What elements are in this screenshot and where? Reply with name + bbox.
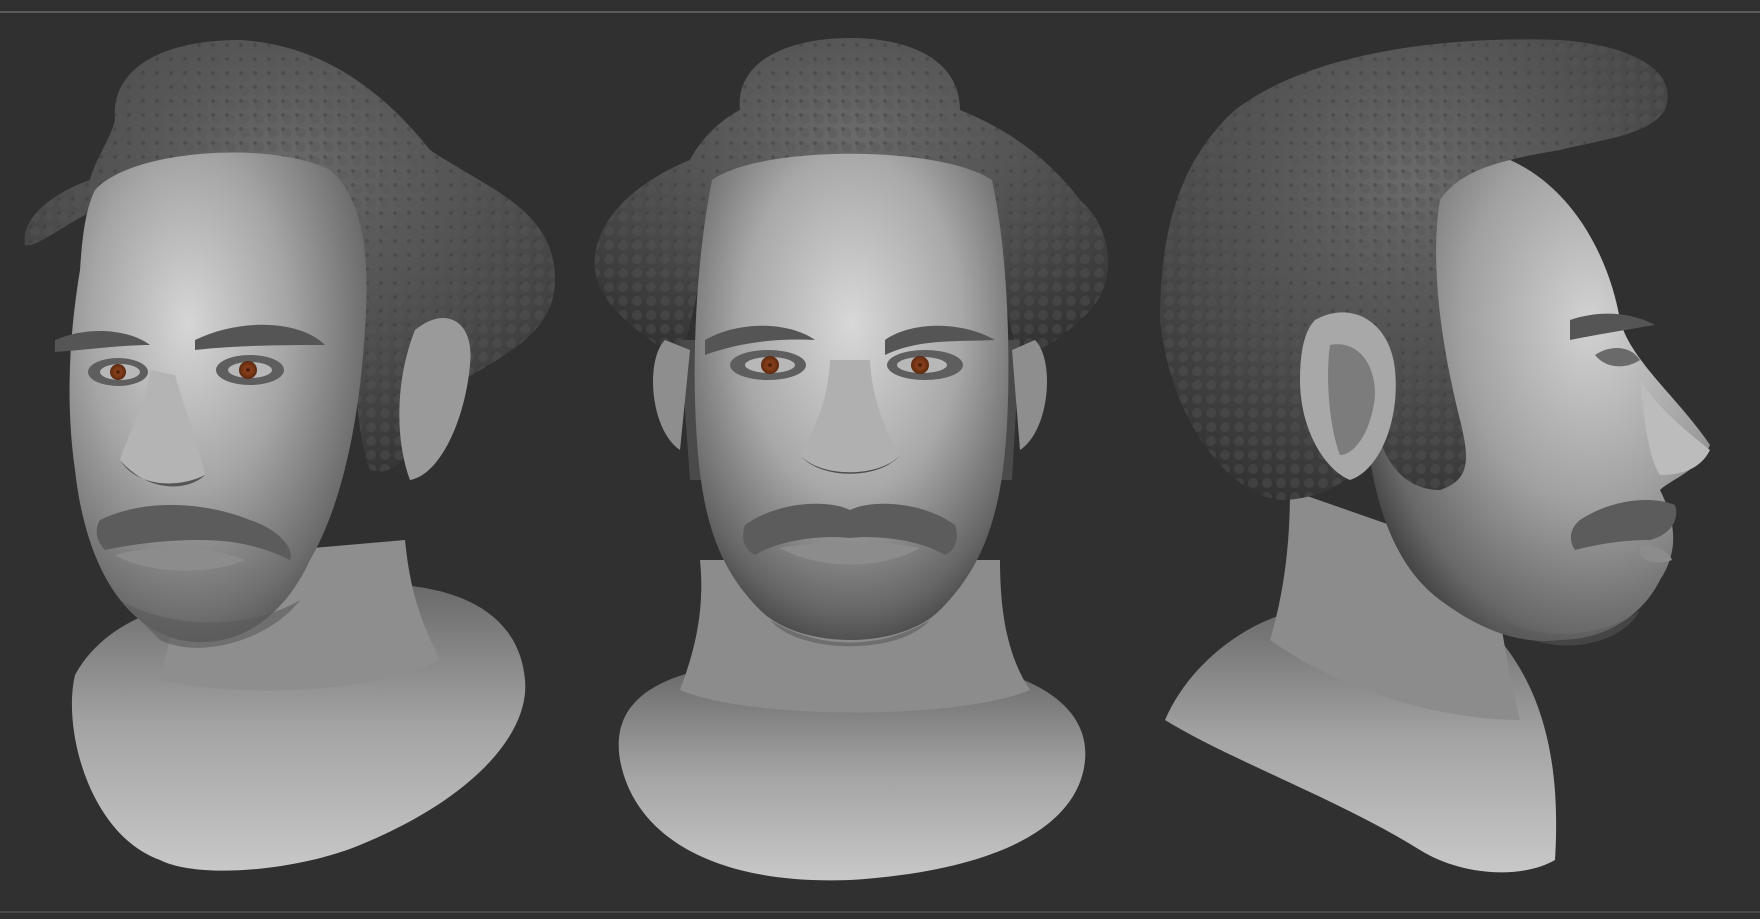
right-iris <box>911 356 929 374</box>
right-ear <box>1012 340 1047 450</box>
sculpt-viewport[interactable] <box>0 0 1760 919</box>
right-iris <box>239 361 257 379</box>
left-iris <box>110 364 126 380</box>
head-front-view <box>594 38 1109 881</box>
render-canvas <box>24 38 1710 881</box>
left-ear <box>653 340 690 450</box>
left-iris <box>761 356 779 374</box>
head-profile-view <box>1160 39 1710 873</box>
head-three-quarter-view <box>24 40 556 871</box>
